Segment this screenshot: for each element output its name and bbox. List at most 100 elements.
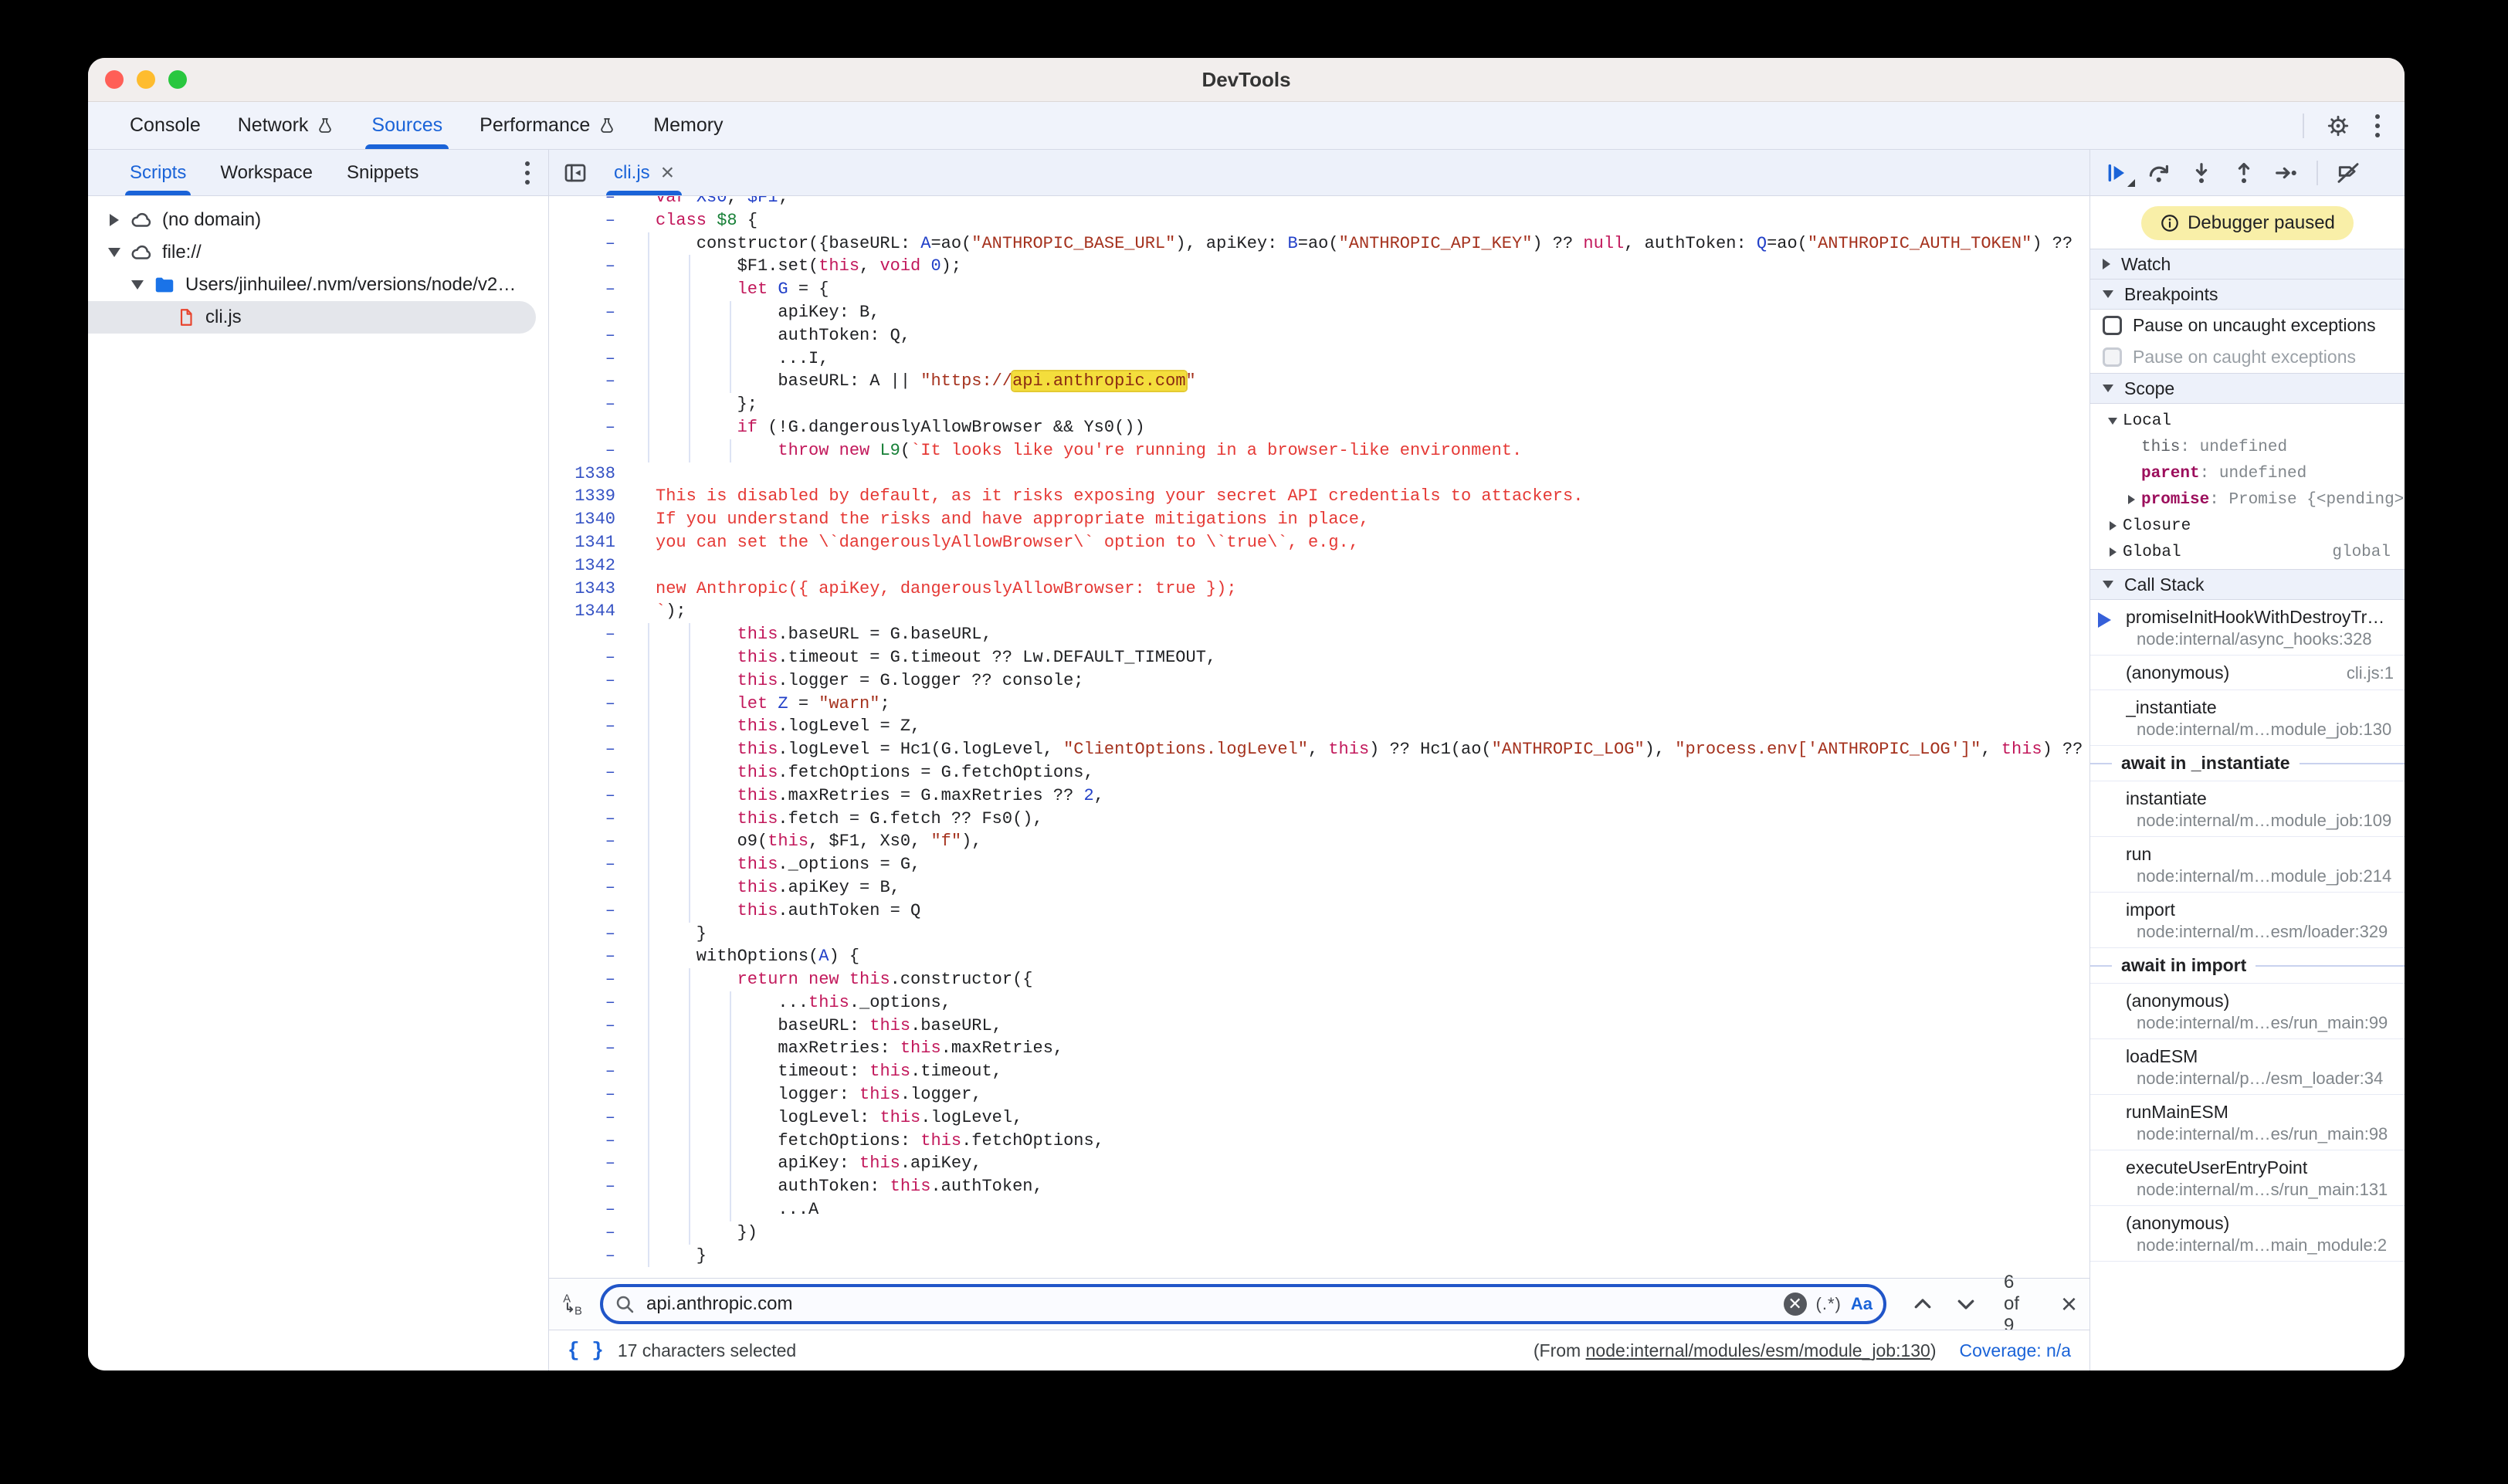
frame-location[interactable]: node:internal/m…module_job:214 [2126, 866, 2394, 886]
scope-group-global[interactable]: Globalglobal [2090, 539, 2405, 565]
regex-toggle-icon[interactable]: (.*) [1816, 1294, 1842, 1314]
line-number-gutter[interactable]: – [549, 439, 629, 462]
line-number-gutter[interactable]: – [549, 1130, 629, 1153]
tree-item-cli-js[interactable]: cli.js [88, 301, 536, 334]
tree-item-file-[interactable]: file:// [88, 236, 548, 269]
tab-snippets[interactable]: Snippets [330, 150, 436, 195]
frame-location[interactable]: node:internal/m…esm/loader:329 [2126, 921, 2394, 942]
editor-tab-clijs[interactable]: cli.js × [600, 150, 688, 195]
frame-location[interactable]: node:internal/m…es/run_main:99 [2126, 1012, 2394, 1033]
gear-icon[interactable] [2326, 114, 2350, 138]
code-editor[interactable]: –var Xs0, $F1;–class $8 {–constructor({b… [549, 196, 2089, 1278]
line-number-gutter[interactable]: 1342 [549, 554, 629, 578]
frame-location[interactable]: node:internal/m…module_job:130 [2126, 719, 2394, 740]
call-stack-frame[interactable]: executeUserEntryPointnode:internal/m…s/r… [2090, 1150, 2405, 1206]
line-number-gutter[interactable]: 1339 [549, 485, 629, 508]
replace-toggle-icon[interactable]: AB [561, 1291, 588, 1317]
line-number-gutter[interactable]: – [549, 1198, 629, 1221]
line-number-gutter[interactable]: – [549, 1175, 629, 1198]
line-number-gutter[interactable]: 1343 [549, 578, 629, 601]
close-tab-icon[interactable]: × [661, 161, 675, 185]
next-match-icon[interactable] [1954, 1293, 1978, 1316]
tab-workspace[interactable]: Workspace [203, 150, 330, 195]
line-number-gutter[interactable]: 1340 [549, 508, 629, 531]
step-into-button[interactable] [2189, 161, 2214, 185]
line-number-gutter[interactable]: – [549, 784, 629, 808]
line-number-gutter[interactable]: – [549, 255, 629, 278]
line-number-gutter[interactable]: – [549, 1221, 629, 1245]
line-number-gutter[interactable]: – [549, 876, 629, 900]
close-search-icon[interactable]: × [2061, 1290, 2077, 1318]
tree-item-users-jinhuilee-nvm-versions-node-v2-[interactable]: Users/jinhuilee/.nvm/versions/node/v2… [88, 269, 548, 301]
line-number-gutter[interactable]: – [549, 923, 629, 946]
line-number-gutter[interactable]: 1338 [549, 462, 629, 486]
line-number-gutter[interactable]: – [549, 623, 629, 646]
frame-location[interactable]: node:internal/p…/esm_loader:34 [2126, 1068, 2394, 1089]
call-stack-frame[interactable]: loadESMnode:internal/p…/esm_loader:34 [2090, 1039, 2405, 1095]
search-input[interactable] [645, 1293, 1774, 1316]
from-link[interactable]: node:internal/modules/esm/module_job:130 [1586, 1340, 1930, 1360]
line-number-gutter[interactable]: – [549, 715, 629, 738]
chevron-down-icon[interactable] [125, 280, 150, 290]
previous-match-icon[interactable] [1911, 1293, 1934, 1316]
clear-search-icon[interactable]: ✕ [1784, 1293, 1807, 1316]
line-number-gutter[interactable]: – [549, 1015, 629, 1038]
checkbox[interactable] [2103, 316, 2122, 335]
line-number-gutter[interactable]: – [549, 830, 629, 853]
line-number-gutter[interactable]: – [549, 693, 629, 716]
section-scope[interactable]: Scope [2090, 373, 2405, 404]
line-number-gutter[interactable]: – [549, 1083, 629, 1106]
tab-performance[interactable]: Performance [461, 102, 635, 149]
pretty-print-icon[interactable]: { } [568, 1339, 604, 1362]
step-out-button[interactable] [2232, 161, 2256, 185]
line-number-gutter[interactable]: – [549, 416, 629, 439]
line-number-gutter[interactable]: – [549, 196, 629, 209]
call-stack-frame[interactable]: _instantiatenode:internal/m…module_job:1… [2090, 690, 2405, 746]
line-number-gutter[interactable]: – [549, 1245, 629, 1268]
close-window-button[interactable] [105, 70, 124, 89]
tab-console[interactable]: Console [111, 102, 219, 149]
frame-location[interactable]: node:internal/m…s/run_main:131 [2126, 1179, 2394, 1200]
step-over-button[interactable] [2147, 161, 2171, 185]
resume-script-button[interactable] [2104, 161, 2129, 185]
deactivate-breakpoints-button[interactable] [2336, 161, 2361, 185]
frame-location[interactable]: node:internal/m…module_job:109 [2126, 810, 2394, 831]
frame-location[interactable]: node:internal/async_hooks:328 [2126, 628, 2394, 649]
tab-sources[interactable]: Sources [353, 102, 461, 149]
call-stack-frame[interactable]: runnode:internal/m…module_job:214 [2090, 837, 2405, 893]
navigator-more-icon[interactable] [522, 158, 533, 188]
line-number-gutter[interactable]: – [549, 1152, 629, 1175]
line-number-gutter[interactable]: – [549, 1037, 629, 1060]
line-number-gutter[interactable]: – [549, 232, 629, 256]
line-number-gutter[interactable]: – [549, 646, 629, 669]
line-number-gutter[interactable]: – [549, 738, 629, 761]
scope-group-closure[interactable]: Closure [2090, 513, 2405, 539]
line-number-gutter[interactable]: – [549, 301, 629, 324]
line-number-gutter[interactable]: – [549, 853, 629, 876]
tab-memory[interactable]: Memory [635, 102, 741, 149]
chevron-right-icon[interactable] [102, 214, 127, 226]
call-stack-frame[interactable]: importnode:internal/m…esm/loader:329 [2090, 893, 2405, 948]
frame-location[interactable]: node:internal/m…main_module:2 [2126, 1235, 2394, 1255]
coverage-link[interactable]: Coverage: n/a [1960, 1340, 2071, 1361]
section-call-stack[interactable]: Call Stack [2090, 569, 2405, 600]
line-number-gutter[interactable]: – [549, 209, 629, 232]
call-stack-frame[interactable]: promiseInitHookWithDestroyTr…node:intern… [2090, 600, 2405, 656]
tree-item--no-domain-[interactable]: (no domain) [88, 204, 548, 236]
line-number-gutter[interactable]: – [549, 324, 629, 347]
call-stack-frame[interactable]: (anonymous)node:internal/m…es/run_main:9… [2090, 984, 2405, 1039]
line-number-gutter[interactable]: 1341 [549, 531, 629, 554]
call-stack-frame[interactable]: (anonymous)cli.js:1 [2090, 656, 2405, 690]
line-number-gutter[interactable]: 1344 [549, 600, 629, 623]
line-number-gutter[interactable]: – [549, 278, 629, 301]
section-watch[interactable]: Watch [2090, 249, 2405, 280]
line-number-gutter[interactable]: – [549, 761, 629, 784]
line-number-gutter[interactable]: – [549, 669, 629, 693]
call-stack-frame[interactable]: instantiatenode:internal/m…module_job:10… [2090, 781, 2405, 837]
line-number-gutter[interactable]: – [549, 900, 629, 923]
section-breakpoints[interactable]: Breakpoints [2090, 280, 2405, 310]
frame-location[interactable]: cli.js:1 [2347, 662, 2394, 683]
zoom-window-button[interactable] [168, 70, 187, 89]
line-number-gutter[interactable]: – [549, 393, 629, 416]
scope-property-promise[interactable]: promise: Promise {<pending>} [2090, 486, 2405, 513]
